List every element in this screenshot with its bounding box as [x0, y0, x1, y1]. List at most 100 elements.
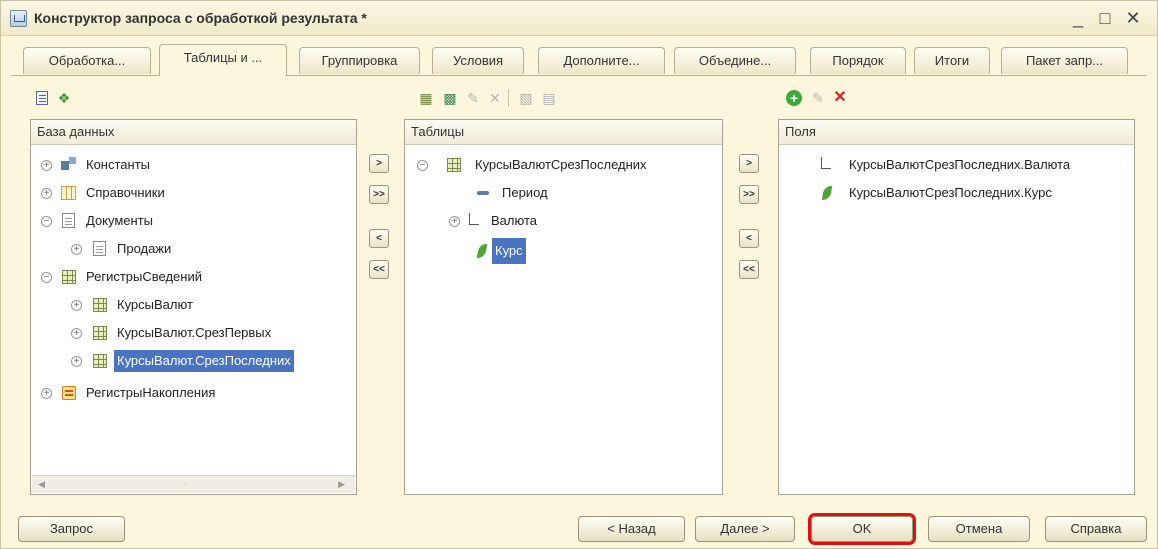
next-button[interactable]: Далее >: [695, 516, 795, 542]
database-panel-header: База данных: [31, 120, 356, 145]
rename-table-icon[interactable]: ▤: [540, 89, 558, 107]
tab-additional[interactable]: Дополните...: [538, 47, 665, 74]
expand-icon[interactable]: +: [41, 188, 52, 199]
tree-item-label: КурсыВалют: [117, 297, 193, 312]
scroll-left-icon[interactable]: ◀: [38, 479, 45, 490]
tab-unions[interactable]: Объедине...: [674, 47, 796, 74]
list-view-icon[interactable]: [33, 89, 51, 107]
tree-item-sales[interactable]: + Продажи: [31, 238, 351, 260]
tree-item-currency[interactable]: + Валюта: [405, 210, 715, 232]
fields-panel: Поля КурсыВалютСрезПоследних.Валюта Курс…: [778, 119, 1135, 495]
tab-order[interactable]: Порядок: [810, 47, 906, 74]
tree-item-label: РегистрыСведений: [86, 269, 202, 284]
tree-item-exchange-rates-first-slice[interactable]: + КурсыВалют.СрезПервых: [31, 322, 351, 344]
expand-icon[interactable]: +: [71, 300, 82, 311]
field-item-label: КурсыВалютСрезПоследних.Валюта: [849, 157, 1071, 172]
tree-item-catalogs[interactable]: + Справочники: [31, 182, 351, 204]
remove-field-button[interactable]: <: [739, 229, 759, 248]
tree-item-rate[interactable]: Курс: [405, 238, 715, 264]
tables-panel-header: Таблицы: [405, 120, 722, 145]
tree-item-label: Константы: [86, 157, 150, 172]
tree-item-constants[interactable]: + Константы: [31, 154, 351, 176]
add-table-icon[interactable]: ▦: [417, 89, 435, 107]
document-icon: [62, 213, 75, 228]
field-item-label: КурсыВалютСрезПоследних.Курс: [849, 185, 1052, 200]
add-all-tables-button[interactable]: >>: [369, 185, 389, 204]
table-icon: [93, 326, 107, 340]
back-button[interactable]: < Назад: [578, 516, 685, 542]
add-all-fields-button[interactable]: >>: [739, 185, 759, 204]
collapse-icon[interactable]: −: [41, 216, 52, 227]
toolbar-separator: [508, 89, 509, 107]
add-table-button[interactable]: >: [369, 154, 389, 173]
tab-query-batch[interactable]: Пакет запр...: [1001, 47, 1128, 74]
collapse-icon[interactable]: −: [417, 160, 428, 171]
add-field-button[interactable]: >: [739, 154, 759, 173]
add-field-icon[interactable]: +: [785, 89, 803, 107]
query-button[interactable]: Запрос: [18, 516, 125, 542]
tree-item-exchange-rates[interactable]: + КурсыВалют: [31, 294, 351, 316]
scroll-thumb-icon[interactable]: ▫: [184, 479, 187, 489]
dimension-icon: [477, 191, 489, 195]
remove-all-fields-button[interactable]: <<: [739, 260, 759, 279]
maximize-button[interactable]: □: [1094, 7, 1116, 29]
database-panel: База данных + Константы + Справочники − …: [30, 119, 357, 495]
expand-icon[interactable]: +: [41, 388, 52, 399]
tree-item-label: РегистрыНакопления: [86, 385, 216, 400]
tab-totals[interactable]: Итоги: [914, 47, 990, 74]
tree-item-label: Продажи: [117, 241, 172, 256]
tab-tables-and-fields[interactable]: Таблицы и ...: [159, 44, 287, 76]
window-title: Конструктор запроса с обработкой результ…: [34, 10, 367, 26]
table-icon: [93, 354, 107, 368]
replace-table-icon[interactable]: ▧: [517, 89, 535, 107]
find-icon[interactable]: ❖: [55, 89, 73, 107]
collapse-icon[interactable]: −: [41, 272, 52, 283]
tree-item-accumulation-registers[interactable]: + РегистрыНакопления: [31, 382, 351, 404]
window-icon: [10, 10, 27, 27]
remove-table-button[interactable]: <: [369, 229, 389, 248]
tab-conditions[interactable]: Условия: [432, 47, 524, 74]
tree-item-label: Справочники: [86, 185, 165, 200]
ok-button[interactable]: OK: [808, 513, 916, 545]
close-button[interactable]: ✕: [1122, 7, 1144, 29]
minimize-button[interactable]: _: [1067, 7, 1089, 29]
tree-item-label: КурсыВалютСрезПоследних: [475, 157, 647, 172]
table-icon: [62, 270, 76, 284]
tree-item-label: Период: [502, 185, 548, 200]
expand-icon[interactable]: +: [71, 328, 82, 339]
tab-processing[interactable]: Обработка...: [23, 47, 151, 74]
expand-icon[interactable]: +: [41, 160, 52, 171]
expand-icon[interactable]: +: [71, 356, 82, 367]
remove-all-tables-button[interactable]: <<: [369, 260, 389, 279]
edit-field-icon[interactable]: ✎: [809, 89, 827, 107]
resource-icon: [476, 244, 488, 258]
document-icon: [93, 241, 106, 256]
delete-icon[interactable]: ✕: [486, 89, 504, 107]
tree-item-table-last-slice[interactable]: − КурсыВалютСрезПоследних: [405, 154, 715, 176]
tree-item-documents[interactable]: − Документы: [31, 210, 351, 232]
tree-item-period[interactable]: Период: [405, 182, 715, 204]
resource-icon: [821, 186, 833, 200]
delete-field-icon[interactable]: ✕: [831, 89, 849, 107]
table-icon: [447, 158, 461, 172]
tree-item-label-selected: Курс: [492, 238, 526, 264]
accumulation-icon: [62, 386, 76, 400]
add-nested-query-icon[interactable]: ▩: [441, 89, 459, 107]
field-item-currency[interactable]: КурсыВалютСрезПоследних.Валюта: [779, 154, 1134, 176]
field-item-rate[interactable]: КурсыВалютСрезПоследних.Курс: [779, 182, 1134, 204]
edit-icon[interactable]: ✎: [464, 89, 482, 107]
expand-icon[interactable]: +: [71, 244, 82, 255]
cancel-button[interactable]: Отмена: [928, 516, 1030, 542]
help-button[interactable]: Справка: [1045, 516, 1147, 542]
tree-item-label-selected: КурсыВалют.СрезПоследних: [114, 350, 294, 372]
tree-item-label: КурсыВалют.СрезПервых: [117, 325, 272, 340]
tree-item-info-registers[interactable]: − РегистрыСведений: [31, 266, 351, 288]
tree-item-label: Документы: [86, 213, 154, 228]
expand-icon[interactable]: +: [449, 216, 460, 227]
tab-grouping[interactable]: Группировка: [299, 47, 420, 74]
scroll-right-icon[interactable]: ▶: [338, 479, 345, 490]
fields-panel-header: Поля: [779, 120, 1134, 145]
tree-item-exchange-rates-last-slice[interactable]: + КурсыВалют.СрезПоследних: [31, 350, 351, 372]
horizontal-scrollbar[interactable]: ◀ ▫ ▶: [32, 475, 355, 493]
tree-item-label: Валюта: [491, 213, 537, 228]
